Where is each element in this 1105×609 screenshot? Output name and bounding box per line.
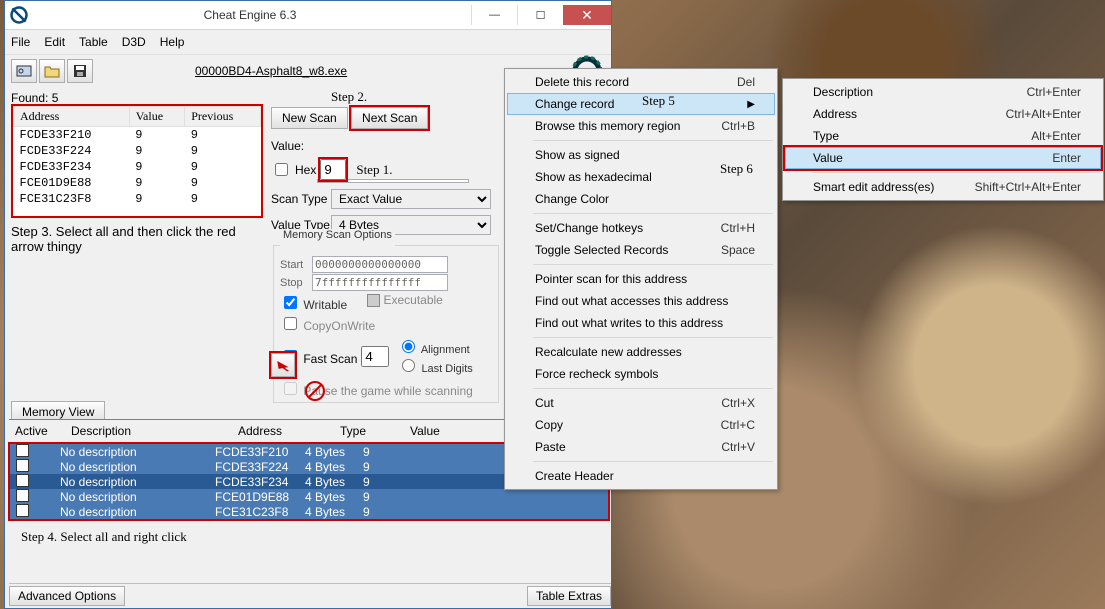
menu-edit[interactable]: Edit — [44, 35, 65, 49]
save-icon[interactable] — [67, 59, 93, 83]
next-scan-button[interactable]: Next Scan — [351, 107, 428, 129]
close-button[interactable]: ✕ — [563, 5, 611, 25]
window-title: Cheat Engine 6.3 — [29, 8, 471, 22]
context-submenu: DescriptionCtrl+EnterAddressCtrl+Alt+Ent… — [782, 78, 1104, 201]
step3-annotation: Step 3. Select all and then click the re… — [11, 224, 263, 254]
menu-item[interactable]: TypeAlt+Enter — [785, 125, 1101, 147]
step2-annotation: Step 2. — [331, 89, 501, 105]
maximize-button[interactable]: ☐ — [517, 5, 563, 25]
memory-scan-options: Memory Scan Options Start Stop Writable … — [273, 239, 499, 403]
menu-item[interactable]: Force recheck symbols — [507, 363, 775, 385]
step5-annotation: Step 5 — [642, 93, 675, 109]
menu-item[interactable]: Change record▶ — [507, 93, 775, 115]
pause-checkbox — [284, 382, 297, 395]
menu-item[interactable]: CutCtrl+X — [507, 392, 775, 414]
col-desc[interactable]: Description — [65, 422, 232, 440]
result-row[interactable]: FCDE33F23499 — [14, 159, 261, 175]
new-scan-button[interactable]: New Scan — [271, 107, 348, 129]
scan-type-select[interactable]: Exact Value — [331, 189, 491, 209]
menu-item[interactable]: PasteCtrl+V — [507, 436, 775, 458]
menu-item[interactable]: Browse this memory regionCtrl+B — [507, 115, 775, 137]
address-list-row[interactable]: No descriptionFCE01D9E884 Bytes9 — [10, 489, 608, 504]
minimize-button[interactable]: — — [471, 5, 517, 25]
process-name[interactable]: 00000BD4-Asphalt8_w8.exe — [195, 64, 347, 78]
advanced-options-button[interactable]: Advanced Options — [9, 586, 125, 606]
col-address[interactable]: Address — [14, 107, 130, 127]
menu-table[interactable]: Table — [79, 35, 108, 49]
menu-item[interactable]: Delete this recordDel — [507, 71, 775, 93]
result-row[interactable]: FCDE33F21099 — [14, 127, 261, 144]
scan-results[interactable]: Address Value Previous FCDE33F21099FCDE3… — [11, 104, 263, 218]
col-addr[interactable]: Address — [232, 422, 334, 440]
menu-item[interactable]: Change Color — [507, 188, 775, 210]
active-checkbox[interactable] — [16, 504, 29, 517]
col-value[interactable]: Value — [129, 107, 185, 127]
start-input[interactable] — [312, 256, 448, 273]
menu-item[interactable]: AddressCtrl+Alt+Enter — [785, 103, 1101, 125]
stop-input[interactable] — [312, 274, 448, 291]
fast-scan-value[interactable] — [361, 346, 389, 367]
value-input[interactable] — [320, 159, 346, 180]
context-menu: Delete this recordDelChange record▶Brows… — [504, 68, 778, 490]
menu-item[interactable]: Toggle Selected RecordsSpace — [507, 239, 775, 261]
menu-file[interactable]: File — [11, 35, 30, 49]
col-type[interactable]: Type — [334, 422, 404, 440]
menu-item[interactable]: Find out what accesses this address — [507, 290, 775, 312]
menu-item[interactable]: Set/Change hotkeysCtrl+H — [507, 217, 775, 239]
cancel-scan-icon[interactable] — [305, 381, 325, 401]
menu-help[interactable]: Help — [160, 35, 185, 49]
app-icon — [9, 5, 29, 25]
active-checkbox[interactable] — [16, 474, 29, 487]
titlebar[interactable]: Cheat Engine 6.3 — ☐ ✕ — [5, 1, 611, 30]
address-list-row[interactable]: No descriptionFCE31C23F84 Bytes9 — [10, 504, 608, 519]
hex-label: Hex — [295, 163, 316, 177]
menu-item[interactable]: Smart edit address(es)Shift+Ctrl+Alt+Ent… — [785, 176, 1101, 198]
menu-item[interactable]: Find out what writes to this address — [507, 312, 775, 334]
result-row[interactable]: FCDE33F22499 — [14, 143, 261, 159]
active-checkbox[interactable] — [16, 489, 29, 502]
cow-checkbox[interactable] — [284, 317, 297, 330]
active-checkbox[interactable] — [16, 459, 29, 472]
last-digits-radio[interactable] — [402, 359, 415, 372]
menubar: File Edit Table D3D Help — [5, 30, 611, 55]
writable-checkbox[interactable] — [284, 296, 297, 309]
table-extras-button[interactable]: Table Extras — [527, 586, 611, 606]
menu-item[interactable]: DescriptionCtrl+Enter — [785, 81, 1101, 103]
menu-item[interactable]: Pointer scan for this address — [507, 268, 775, 290]
open-file-icon[interactable] — [39, 59, 65, 83]
col-active[interactable]: Active — [9, 422, 65, 440]
menu-item[interactable]: Create Header — [507, 465, 775, 487]
alignment-radio[interactable] — [402, 340, 415, 353]
menu-item[interactable]: Recalculate new addresses — [507, 341, 775, 363]
open-process-icon[interactable] — [11, 59, 37, 83]
result-row[interactable]: FCE31C23F899 — [14, 191, 261, 207]
menu-d3d[interactable]: D3D — [122, 35, 146, 49]
step6-annotation: Step 6 — [720, 161, 753, 177]
active-checkbox[interactable] — [16, 444, 29, 457]
step1-annotation: Step 1. — [356, 162, 392, 178]
hex-checkbox[interactable] — [275, 163, 288, 176]
col-previous[interactable]: Previous — [185, 107, 261, 127]
result-row[interactable]: FCE01D9E8899 — [14, 175, 261, 191]
menu-item[interactable]: CopyCtrl+C — [507, 414, 775, 436]
step4-annotation: Step 4. Select all and right click — [21, 529, 609, 545]
menu-item[interactable]: ValueEnter — [785, 147, 1101, 169]
scan-type-label: Scan Type — [271, 192, 331, 206]
add-to-list-button[interactable] — [271, 353, 295, 377]
value-label: Value: — [271, 139, 501, 153]
